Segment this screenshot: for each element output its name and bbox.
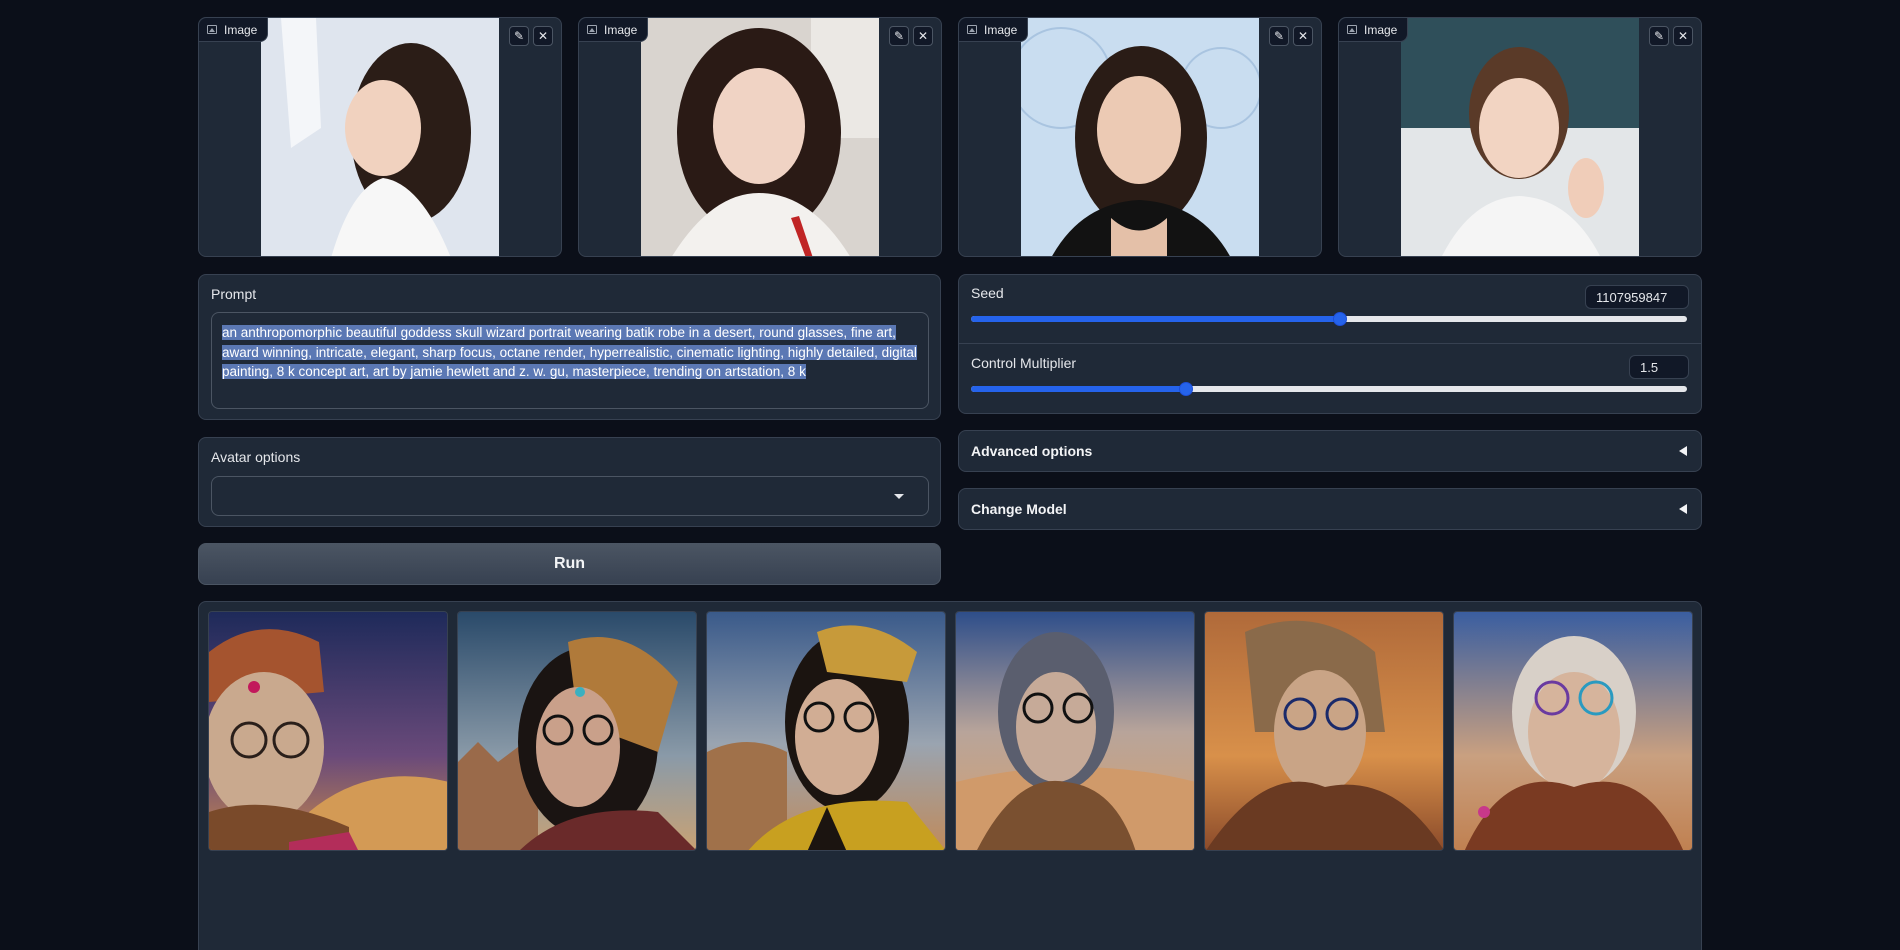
image-label-text: Image: [224, 22, 258, 37]
gallery-image[interactable]: [1453, 611, 1693, 851]
image-icon: [967, 25, 977, 34]
image-icon: [587, 25, 597, 34]
advanced-options-label: Advanced options: [971, 443, 1093, 459]
seed-input[interactable]: 1107959847: [1585, 285, 1689, 309]
control-multiplier-slider[interactable]: [971, 381, 1687, 397]
slider-thumb[interactable]: [1333, 312, 1348, 326]
uploaded-photo: [1401, 18, 1639, 256]
pencil-icon[interactable]: ✎: [889, 26, 909, 46]
image-label-text: Image: [1364, 22, 1398, 37]
image-upload-4[interactable]: Image ✎ ✕: [1338, 17, 1702, 257]
uploaded-photo: [261, 18, 499, 256]
change-model-label: Change Model: [971, 501, 1067, 517]
pencil-icon[interactable]: ✎: [1269, 26, 1289, 46]
prompt-textarea[interactable]: an anthropomorphic beautiful goddess sku…: [211, 312, 929, 409]
pencil-icon[interactable]: ✎: [509, 26, 529, 46]
gallery-image[interactable]: [208, 611, 448, 851]
seed-label: Seed: [971, 285, 1004, 301]
image-label: Image: [199, 18, 269, 42]
chevron-down-icon: [894, 494, 904, 499]
avatar-options-dropdown[interactable]: [211, 476, 929, 516]
slider-fill: [971, 386, 1186, 392]
image-label: Image: [1339, 18, 1409, 42]
prompt-panel: Prompt an anthropomorphic beautiful godd…: [198, 274, 941, 420]
image-icon: [207, 25, 217, 34]
collapse-arrow-icon: [1679, 446, 1687, 456]
avatar-options-panel: Avatar options: [198, 437, 941, 527]
image-upload-3[interactable]: Image ✎ ✕: [958, 17, 1322, 257]
uploaded-photo: [1021, 18, 1259, 256]
gallery-image[interactable]: [706, 611, 946, 851]
output-gallery: [198, 601, 1702, 950]
image-label: Image: [579, 18, 649, 42]
image-label: Image: [959, 18, 1029, 42]
control-multiplier-label: Control Multiplier: [971, 355, 1077, 371]
collapse-arrow-icon: [1679, 504, 1687, 514]
close-icon[interactable]: ✕: [913, 26, 933, 46]
prompt-label: Prompt: [211, 286, 257, 302]
run-button[interactable]: Run: [198, 543, 941, 585]
control-multiplier-input[interactable]: 1.5: [1629, 355, 1689, 379]
change-model-accordion[interactable]: Change Model: [958, 488, 1702, 530]
pencil-icon[interactable]: ✎: [1649, 26, 1669, 46]
image-label-text: Image: [604, 22, 638, 37]
uploaded-photo: [641, 18, 879, 256]
image-icon: [1347, 25, 1357, 34]
prompt-text: an anthropomorphic beautiful goddess sku…: [222, 325, 917, 379]
advanced-options-accordion[interactable]: Advanced options: [958, 430, 1702, 472]
slider-thumb[interactable]: [1178, 382, 1193, 396]
close-icon[interactable]: ✕: [1673, 26, 1693, 46]
sliders-panel: Seed 1107959847 Control Multiplier 1.5: [958, 274, 1702, 414]
seed-slider[interactable]: [971, 311, 1687, 327]
divider: [959, 343, 1701, 344]
image-upload-2[interactable]: Image ✎ ✕: [578, 17, 942, 257]
avatar-options-label: Avatar options: [211, 449, 301, 465]
close-icon[interactable]: ✕: [533, 26, 553, 46]
close-icon[interactable]: ✕: [1293, 26, 1313, 46]
image-upload-1[interactable]: Image ✎ ✕: [198, 17, 562, 257]
gallery-image[interactable]: [457, 611, 697, 851]
gallery-image[interactable]: [1204, 611, 1444, 851]
slider-fill: [971, 316, 1341, 322]
gallery-image[interactable]: [955, 611, 1195, 851]
image-label-text: Image: [984, 22, 1018, 37]
